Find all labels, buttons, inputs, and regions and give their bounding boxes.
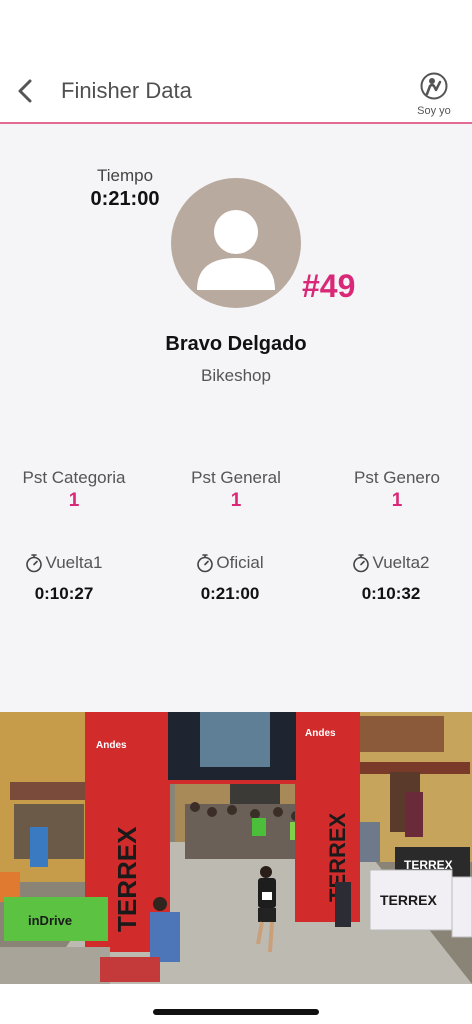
stat-label: Pst Categoria bbox=[22, 468, 126, 487]
app-header: Finisher Data Soy yo bbox=[0, 60, 472, 122]
bib-number: #49 bbox=[302, 268, 356, 304]
lap-value: 0:21:00 bbox=[200, 584, 260, 603]
home-indicator[interactable] bbox=[153, 1009, 319, 1015]
avatar bbox=[171, 178, 301, 308]
lap-label: Vuelta1 bbox=[45, 553, 103, 572]
runner-team: Bikeshop bbox=[201, 366, 271, 385]
runner-name: Bravo Delgado bbox=[165, 333, 307, 355]
finish-line-scene: Andes Andes TERREX TERREX inDrive TERREX bbox=[0, 712, 472, 984]
spectator bbox=[150, 912, 180, 962]
page-title: Finisher Data bbox=[61, 78, 192, 103]
lap-oficial: Oficial 0:21:00 bbox=[150, 553, 310, 604]
back-button[interactable] bbox=[12, 74, 40, 108]
stat-label: Pst Genero bbox=[354, 468, 440, 487]
soy-yo-button[interactable]: Soy yo bbox=[410, 72, 458, 117]
lap-vuelta1: Vuelta1 0:10:27 bbox=[0, 553, 144, 604]
arch-banner-right: Andes bbox=[305, 728, 336, 739]
arch-banner-left: Andes bbox=[96, 740, 127, 751]
arch-brand-left: TERREX bbox=[112, 826, 142, 932]
svg-text:inDrive: inDrive bbox=[28, 913, 72, 928]
chevron-left-icon bbox=[18, 79, 32, 103]
stat-label: Pst General bbox=[191, 468, 281, 487]
person-wave-icon bbox=[420, 72, 448, 100]
stat-pst-genero: Pst Genero 1 bbox=[317, 468, 472, 512]
stat-value: 1 bbox=[391, 490, 403, 511]
tiempo-value: 0:21:00 bbox=[90, 188, 160, 210]
bottom-area bbox=[0, 984, 472, 1024]
soy-yo-label: Soy yo bbox=[417, 105, 451, 117]
user-placeholder-icon bbox=[197, 210, 275, 290]
stat-value: 1 bbox=[68, 490, 80, 511]
stopwatch-icon bbox=[26, 554, 43, 573]
svg-text:TERREX: TERREX bbox=[380, 892, 437, 908]
finish-photo[interactable]: Andes Andes TERREX TERREX inDrive TERREX bbox=[0, 712, 472, 984]
lap-value: 0:10:32 bbox=[361, 584, 421, 603]
lap-label: Oficial bbox=[216, 553, 264, 572]
sponsor-board-left: inDrive bbox=[4, 897, 108, 941]
stopwatch-icon bbox=[353, 554, 370, 573]
tiempo-label: Tiempo bbox=[96, 166, 154, 185]
stat-pst-general: Pst General 1 bbox=[156, 468, 316, 512]
lap-vuelta2: Vuelta2 0:10:32 bbox=[311, 553, 471, 604]
header-divider bbox=[0, 122, 472, 124]
stat-pst-categoria: Pst Categoria 1 bbox=[0, 468, 154, 512]
lap-label: Vuelta2 bbox=[372, 553, 430, 572]
stopwatch-icon bbox=[197, 554, 214, 573]
lap-value: 0:10:27 bbox=[34, 584, 94, 603]
stat-value: 1 bbox=[230, 490, 242, 511]
